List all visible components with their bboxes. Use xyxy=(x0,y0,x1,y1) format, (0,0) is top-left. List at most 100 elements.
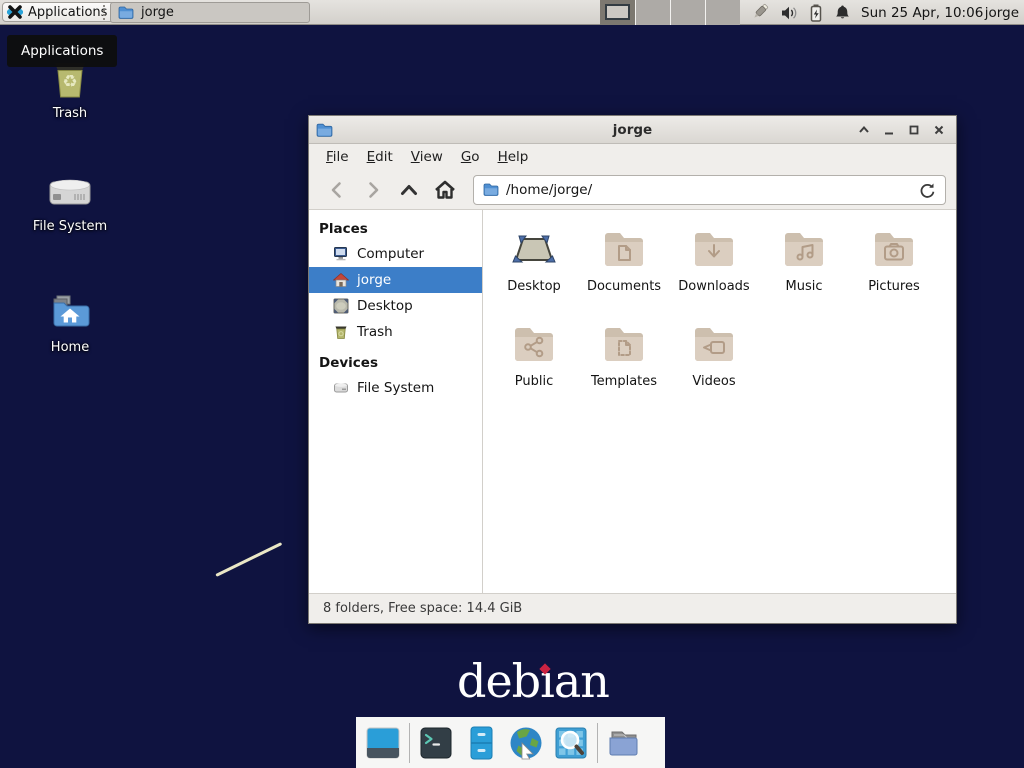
reload-button[interactable] xyxy=(918,181,936,199)
harddrive-icon xyxy=(45,170,95,216)
folder-item-documents[interactable]: Documents xyxy=(579,224,669,319)
desktop-screen: Applications jorge xyxy=(0,0,1024,768)
sidebar-item-label: Trash xyxy=(357,324,393,340)
window-folder-icon xyxy=(316,122,333,138)
file-manager-launcher[interactable] xyxy=(462,724,500,762)
globe-browser-icon xyxy=(507,724,545,762)
volume-icon[interactable] xyxy=(779,3,799,23)
sidebar-item-label: File System xyxy=(357,380,434,396)
applications-menu-button[interactable]: Applications xyxy=(2,2,116,22)
sidebar-item-file-system[interactable]: File System xyxy=(309,375,482,401)
web-browser-launcher[interactable] xyxy=(507,724,545,762)
menu-view[interactable]: View xyxy=(402,146,452,168)
menu-help[interactable]: Help xyxy=(489,146,538,168)
close-button[interactable] xyxy=(932,123,946,137)
window-body: Places Computer xyxy=(309,210,956,593)
videos-folder-icon xyxy=(690,321,738,369)
minimize-button[interactable] xyxy=(882,123,896,137)
home-folder-icon xyxy=(46,289,94,337)
folder-item-public[interactable]: Public xyxy=(489,319,579,414)
dock-separator xyxy=(409,723,410,763)
documents-folder-icon xyxy=(600,226,648,274)
desktop-icon-label: Trash xyxy=(18,106,122,121)
folder-label: Desktop xyxy=(489,279,579,294)
harddrive-icon xyxy=(333,380,349,396)
sidebar-item-label: Computer xyxy=(357,246,424,262)
top-panel: Applications jorge xyxy=(0,0,1024,25)
workspace-2[interactable] xyxy=(635,0,670,25)
stylus-tool-icon[interactable] xyxy=(749,2,771,23)
folder-view: Desktop Documents xyxy=(483,210,956,593)
desktop-icon-home[interactable]: Home xyxy=(18,289,122,355)
taskbar-window-label: jorge xyxy=(141,5,174,20)
menu-file[interactable]: File xyxy=(317,146,358,168)
application-finder-launcher[interactable] xyxy=(552,724,590,762)
sidebar: Places Computer xyxy=(309,210,483,593)
window-titlebar[interactable]: jorge xyxy=(309,116,956,144)
workspace-4[interactable] xyxy=(705,0,740,25)
taskbar-window-button[interactable]: jorge xyxy=(110,2,310,23)
trash-icon xyxy=(333,324,349,340)
path-text: /home/jorge/ xyxy=(506,182,592,198)
applications-tooltip: Applications xyxy=(7,35,117,67)
folder-label: Pictures xyxy=(849,279,939,294)
terminal-launcher[interactable] xyxy=(417,724,455,762)
forward-button[interactable] xyxy=(355,176,391,204)
panel-clock[interactable]: Sun 25 Apr, 10:06 xyxy=(861,0,983,25)
panel-handle[interactable] xyxy=(103,5,109,20)
menu-edit[interactable]: Edit xyxy=(358,146,402,168)
status-bar: 8 folders, Free space: 14.4 GiB xyxy=(309,593,956,623)
folder-label: Templates xyxy=(579,374,669,389)
workspace-window-thumbnail xyxy=(605,4,630,20)
open-folder-icon xyxy=(605,724,643,762)
file-manager-window: jorge xyxy=(308,115,957,624)
folder-item-desktop[interactable]: Desktop xyxy=(489,224,579,319)
folder-label: Videos xyxy=(669,374,759,389)
sidebar-item-desktop[interactable]: Desktop xyxy=(309,293,482,319)
debian-logo-text: deb xyxy=(457,654,540,708)
folder-item-music[interactable]: Music xyxy=(759,224,849,319)
folder-shortcut[interactable] xyxy=(605,724,643,762)
applications-menu-label: Applications xyxy=(28,5,107,20)
shade-button[interactable] xyxy=(857,123,871,137)
desktop-icon-file-system[interactable]: File System xyxy=(18,170,122,234)
folder-item-templates[interactable]: Templates xyxy=(579,319,669,414)
maximize-button[interactable] xyxy=(907,123,921,137)
home-button[interactable] xyxy=(427,176,463,204)
system-tray xyxy=(749,0,852,25)
folder-item-downloads[interactable]: Downloads xyxy=(669,224,759,319)
show-desktop-icon xyxy=(364,724,402,762)
back-button[interactable] xyxy=(319,176,355,204)
desktop-icon xyxy=(333,298,349,314)
debian-logo: debıan xyxy=(457,658,609,704)
up-button[interactable] xyxy=(391,176,427,204)
panel-username[interactable]: jorge xyxy=(985,0,1019,25)
computer-icon xyxy=(333,246,349,262)
sidebar-item-jorge[interactable]: jorge xyxy=(309,267,482,293)
menu-go[interactable]: Go xyxy=(452,146,489,168)
folder-item-pictures[interactable]: Pictures xyxy=(849,224,939,319)
show-desktop-button[interactable] xyxy=(364,724,402,762)
folder-icon xyxy=(483,182,499,197)
folder-item-videos[interactable]: Videos xyxy=(669,319,759,414)
sidebar-item-trash[interactable]: Trash xyxy=(309,319,482,345)
sidebar-item-label: jorge xyxy=(357,272,391,288)
folder-label: Documents xyxy=(579,279,669,294)
desktop-icon-label: File System xyxy=(18,219,122,234)
workspace-1[interactable] xyxy=(600,0,635,25)
devices-header: Devices xyxy=(309,350,482,375)
templates-folder-icon xyxy=(600,321,648,369)
sidebar-item-label: Desktop xyxy=(357,298,413,314)
workspace-3[interactable] xyxy=(670,0,705,25)
folder-label: Downloads xyxy=(669,279,759,294)
music-folder-icon xyxy=(780,226,828,274)
home-icon xyxy=(333,272,349,288)
desktop-special-icon xyxy=(510,226,558,274)
desktop-icon-label: Home xyxy=(18,340,122,355)
location-path-field[interactable]: /home/jorge/ xyxy=(473,175,946,205)
menu-bar: File Edit View Go Help xyxy=(309,144,956,170)
notifications-bell-icon[interactable] xyxy=(833,3,852,23)
battery-charging-icon[interactable] xyxy=(807,3,825,23)
sidebar-item-computer[interactable]: Computer xyxy=(309,241,482,267)
folder-icon xyxy=(118,5,134,20)
